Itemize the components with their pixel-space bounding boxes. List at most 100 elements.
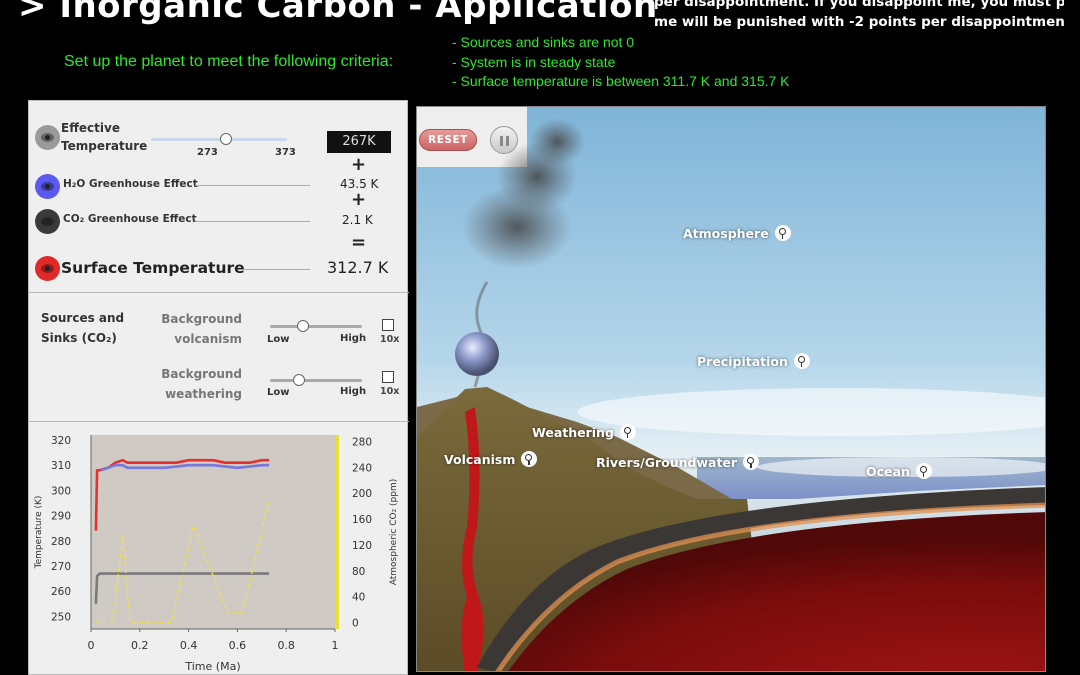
criteria-item: - Surface temperature is between 311.7 K… [452,73,790,89]
y2-tick-label: 280 [352,436,372,448]
y2-tick-label: 40 [352,592,365,604]
weathering-label: Background weathering [149,364,242,404]
x-tick-label: 0.2 [131,639,149,652]
header-note-line2: me will be punished with -2 points per d… [654,14,1064,30]
weathering-10x-checkbox[interactable] [382,371,394,383]
eye-icon[interactable] [35,174,60,199]
volcanism-scene-label[interactable]: Volcanism [444,451,538,467]
x-tick-label: 0.6 [229,639,247,652]
surface-temp-label: Surface Temperature [61,259,245,277]
y2-tick-label: 240 [352,462,372,474]
effective-temp-label-line2: Temperature [61,139,148,153]
h2o-label: H₂O Greenhouse Effect [63,178,198,190]
y2-axis-title: Atmospheric CO₂ (ppm) [389,479,399,586]
reset-button[interactable]: RESET [419,129,477,151]
x-axis-title: Time (Ma) [184,660,240,673]
app-window: > Inorganic Carbon - Application per dis… [0,0,1080,675]
y2-tick-label: 80 [352,566,365,578]
weathering-10x-label: 10x [380,386,400,397]
x-tick-label: 0 [88,639,95,652]
sources-title-line1: Sources and [41,311,125,325]
volcanism-label-line2: volcanism [174,332,242,346]
ocean-label-text: Ocean [866,464,910,479]
h2o-connector [195,185,310,186]
surface-connector [242,269,310,270]
magnifier-icon[interactable] [619,424,636,440]
magnifier-icon[interactable] [521,451,538,467]
co2-connector [195,221,310,222]
y2-tick-label: 200 [352,488,372,500]
effective-temp-max: 373 [275,147,296,158]
plus-sign: + [351,154,367,175]
volcanism-label: Background volcanism [149,309,242,349]
magnifier-icon[interactable] [774,225,791,241]
instructions-text: Set up the planet to meet the following … [64,53,394,70]
header-note: per disappointment. If you disappoint me… [654,0,1064,32]
weathering-slider-track[interactable] [270,379,362,382]
y-tick-label: 260 [51,586,71,598]
volcanism-low-label: Low [267,334,290,345]
y-tick-label: 250 [51,611,71,623]
y2-tick-label: 160 [352,514,372,526]
magnifier-icon[interactable] [915,463,932,479]
rivers-label[interactable]: Rivers/Groundwater [596,454,760,470]
header-note-line1: per disappointment. If you disappoint me… [654,0,1064,10]
sources-title-line2: Sinks (CO₂) [41,331,117,345]
volcanism-high-label: High [340,333,367,344]
co2-value: 2.1 K [342,213,373,227]
eye-icon[interactable] [35,209,60,234]
surface-temp-value: 312.7 K [327,258,389,277]
volcanism-label-line1: Background [161,312,242,326]
effective-temp-label-line1: Effective [61,121,120,135]
planet-scene [416,106,1046,672]
co2-axis-bar [335,435,339,629]
criteria-list: - Sources and sinks are not 0 - System i… [452,33,790,92]
atmosphere-label[interactable]: Atmosphere [683,225,791,241]
y-tick-label: 290 [51,511,71,523]
temperature-co2-chart: 250 260 270 280 290 300 310 320 0 40 80 120 160 200 24… [34,435,399,673]
equals-sign: = [351,232,367,253]
y-tick-label: 280 [51,536,71,548]
atmosphere-label-text: Atmosphere [683,226,769,241]
effective-temp-value: 267K [327,131,391,153]
volcanism-10x-checkbox[interactable] [382,319,394,331]
divider [29,421,409,422]
y-axis-title: Temperature (K) [34,496,44,570]
pause-button[interactable] [490,126,518,154]
y-tick-label: 270 [51,561,71,573]
effective-temp-slider-knob[interactable] [219,133,232,145]
magnifier-icon[interactable] [793,353,810,369]
weathering-label-line1: Background [161,367,242,381]
rivers-label-text: Rivers/Groundwater [596,455,738,470]
weathering-scene-label[interactable]: Weathering [532,424,636,440]
eye-icon[interactable] [35,256,60,281]
pause-icon [500,136,503,146]
weathering-label-text: Weathering [532,425,614,440]
control-panel: Effective Temperature 273 373 267K + H₂O… [28,100,409,675]
y-tick-label: 300 [51,485,71,497]
precipitation-label-text: Precipitation [697,354,788,369]
scene-illustration [417,107,1045,671]
effective-temp-min: 273 [197,147,218,158]
pause-icon [506,136,509,146]
y-tick-label: 310 [51,460,71,472]
ocean-label[interactable]: Ocean [866,463,932,479]
precipitation-label[interactable]: Precipitation [697,353,810,369]
weathering-low-label: Low [267,387,290,398]
y2-tick-label: 120 [352,540,372,552]
co2-label: CO₂ Greenhouse Effect [63,213,197,225]
weathering-slider-knob[interactable] [293,374,306,386]
x-tick-label: 0.8 [277,639,295,652]
volcanism-slider-knob[interactable] [297,320,310,332]
criteria-item: - Sources and sinks are not 0 [452,34,635,50]
weathering-label-line2: weathering [165,387,242,401]
criteria-item: - System is in steady state [452,53,616,70]
weathering-high-label: High [340,386,367,397]
volcanism-label-text: Volcanism [444,452,516,467]
co2-bubble [455,332,499,376]
volcanism-slider-track[interactable] [270,325,362,328]
x-tick-label: 1 [332,639,339,652]
volcanism-10x-label: 10x [380,334,400,345]
magnifier-icon[interactable] [743,454,760,470]
eye-icon[interactable] [35,125,60,150]
